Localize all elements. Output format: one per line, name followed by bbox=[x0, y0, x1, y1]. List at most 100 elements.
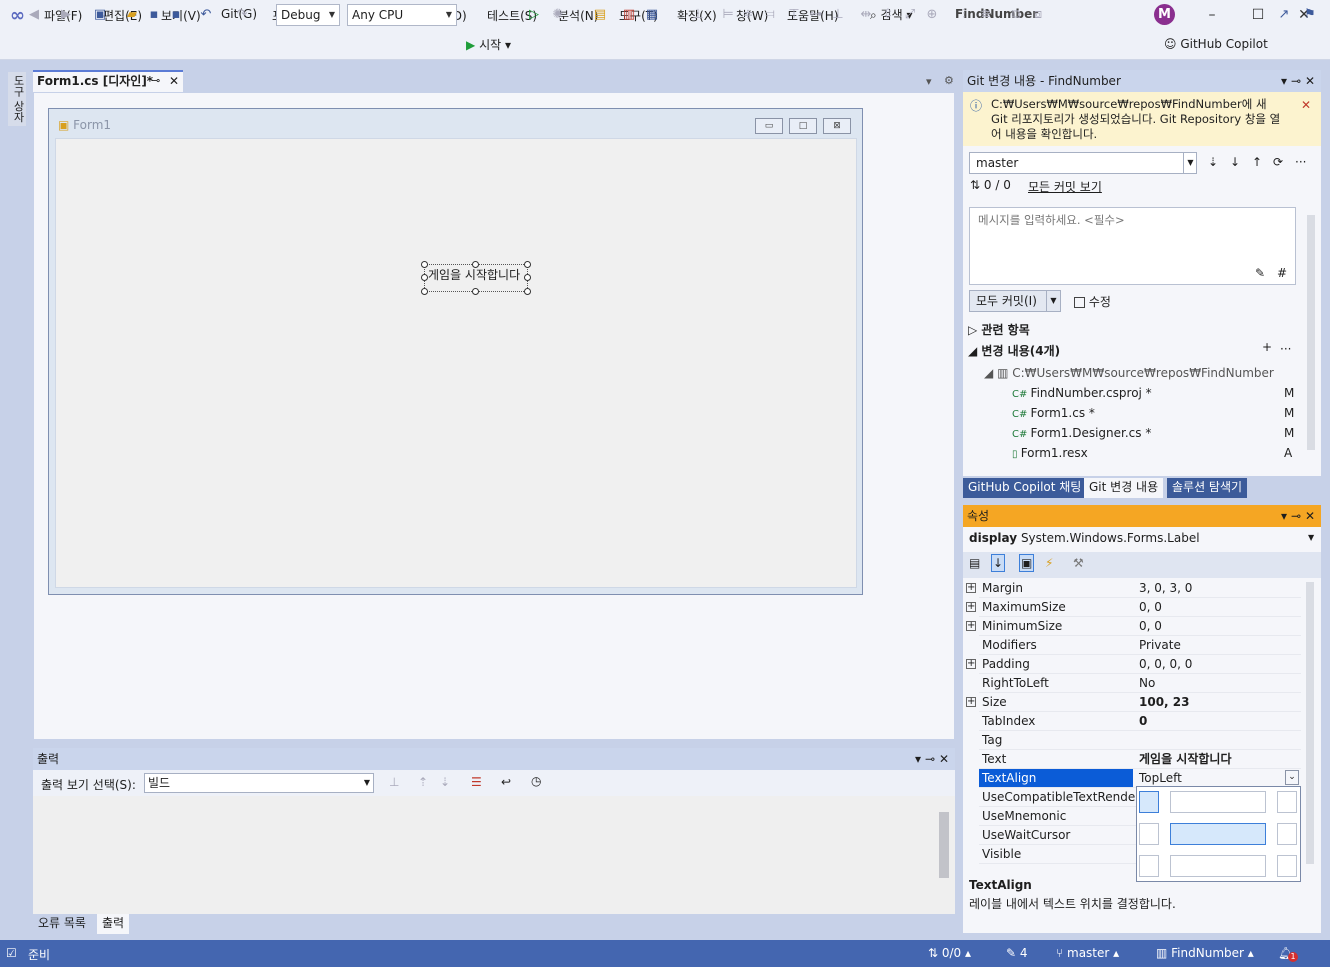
commit-dropdown-icon[interactable]: ▼ bbox=[1046, 291, 1060, 311]
vspacing-icon[interactable]: ≋ bbox=[978, 7, 994, 23]
align-middle-icon[interactable]: ⊶ bbox=[808, 7, 824, 23]
properties-view-icon[interactable]: ▣ bbox=[1019, 554, 1035, 572]
align-top-icon[interactable]: ⊤ bbox=[786, 7, 802, 23]
align-center-icon[interactable]: ≑ bbox=[740, 7, 756, 23]
feedback-icon[interactable]: ⚑ bbox=[1302, 7, 1318, 23]
status-sync[interactable]: ⇅ 0/0 ▴ bbox=[928, 946, 971, 960]
properties-scrollbar[interactable] bbox=[1306, 582, 1314, 864]
info-close-icon[interactable]: ✕ bbox=[1301, 98, 1311, 112]
output-dropdown-icon[interactable]: ▾ bbox=[915, 748, 921, 770]
copilot-generate-icon[interactable]: ✎ bbox=[1255, 266, 1265, 280]
save-all-icon[interactable]: ▪ bbox=[168, 7, 184, 23]
prop-close-icon[interactable]: ✕ bbox=[1305, 505, 1315, 527]
find-message-icon[interactable]: ⊥ bbox=[389, 775, 399, 789]
resize-handle[interactable] bbox=[524, 261, 531, 268]
github-copilot-button[interactable]: ☺ GitHub Copilot bbox=[1164, 37, 1268, 51]
tab-form1-designer[interactable]: Form1.cs [디자인]* ⊸ ✕ bbox=[33, 70, 183, 92]
git-close-icon[interactable]: ✕ bbox=[1305, 70, 1315, 92]
categorized-icon[interactable]: ▤ bbox=[969, 556, 980, 570]
next-message-icon[interactable]: ⇣ bbox=[440, 775, 450, 789]
align-middle-right-button[interactable] bbox=[1277, 823, 1297, 845]
align-middle-left-button[interactable] bbox=[1139, 823, 1159, 845]
close-tab-icon[interactable]: ✕ bbox=[169, 72, 179, 90]
branch-dropdown-icon[interactable]: ▼ bbox=[1183, 153, 1197, 173]
related-items-header[interactable]: ▷ 관련 항목 bbox=[968, 321, 1030, 338]
property-value[interactable]: No bbox=[1139, 674, 1155, 693]
config-combo[interactable]: Debug ▼ bbox=[276, 4, 340, 26]
object-dropdown-icon[interactable]: ▼ bbox=[1308, 533, 1314, 542]
align-left-icon[interactable]: ⊨ bbox=[720, 7, 736, 23]
same-size-icon[interactable]: ⤢ bbox=[902, 7, 918, 23]
expand-icon[interactable]: + bbox=[966, 659, 976, 669]
align-right-icon[interactable]: ⫤ bbox=[762, 7, 778, 23]
start-without-debug-icon[interactable]: ▷ bbox=[526, 7, 542, 23]
same-height-icon[interactable]: ⇳ bbox=[880, 7, 896, 23]
property-row[interactable]: TabIndex 0 bbox=[979, 712, 1301, 731]
prop-dropdown-icon[interactable]: ▾ bbox=[1281, 505, 1287, 527]
more-icon[interactable]: ··· bbox=[1295, 155, 1306, 169]
output-text-area[interactable] bbox=[33, 796, 955, 914]
clear-all-icon[interactable]: ☰ bbox=[471, 775, 482, 789]
tab-output[interactable]: 출력 bbox=[97, 914, 130, 934]
align-top-center-button[interactable] bbox=[1170, 791, 1266, 813]
redo-icon[interactable]: ↷ bbox=[234, 7, 250, 23]
property-row[interactable]: Text 게임을 시작합니다 bbox=[979, 750, 1301, 769]
property-value[interactable]: 0 bbox=[1139, 712, 1147, 731]
property-pages-icon[interactable]: ⚒ bbox=[1073, 556, 1084, 570]
property-value[interactable]: 0, 0, 0, 0 bbox=[1139, 655, 1192, 674]
tab-copilot-chat[interactable]: GitHub Copilot 채팅 bbox=[963, 478, 1087, 498]
property-value[interactable]: 0, 0 bbox=[1139, 617, 1162, 636]
align-icon[interactable]: ⊥ bbox=[690, 7, 706, 23]
property-row[interactable]: RightToLeft No bbox=[979, 674, 1301, 693]
align-bottom-right-button[interactable] bbox=[1277, 855, 1297, 877]
show-from-combo[interactable]: 빌드 ▼ bbox=[144, 773, 374, 793]
changed-file-item[interactable]: C# FindNumber.csproj * bbox=[1012, 386, 1152, 400]
chevron-down-icon[interactable]: ⌄ bbox=[1285, 770, 1299, 785]
expand-icon[interactable]: + bbox=[966, 621, 976, 631]
scroll-thumb[interactable] bbox=[939, 812, 949, 878]
resize-handle[interactable] bbox=[472, 261, 479, 268]
text-align-picker[interactable] bbox=[1136, 786, 1301, 882]
resize-handle[interactable] bbox=[472, 288, 479, 295]
fetch-icon[interactable]: ⇣ bbox=[1208, 155, 1218, 169]
align-bottom-icon[interactable]: ⊥ bbox=[830, 7, 846, 23]
view-all-commits-link[interactable]: 모든 커밋 보기 bbox=[1028, 178, 1102, 195]
alphabetical-icon[interactable]: ↓ bbox=[991, 554, 1006, 572]
expand-icon[interactable]: + bbox=[966, 697, 976, 707]
hot-reload-icon[interactable]: ✺ bbox=[550, 7, 566, 23]
word-wrap-icon[interactable]: ↩ bbox=[501, 775, 511, 789]
status-repo[interactable]: ▥ FindNumber ▴ bbox=[1156, 946, 1254, 960]
spacing-icon[interactable]: ⫶ bbox=[956, 7, 972, 23]
resize-handle[interactable] bbox=[421, 288, 428, 295]
sync-icon[interactable]: ⟳ bbox=[1273, 155, 1283, 169]
platform-combo[interactable]: Any CPU ▼ bbox=[347, 4, 457, 26]
property-value[interactable]: 100, 23 bbox=[1139, 693, 1189, 712]
resize-handle[interactable] bbox=[524, 288, 531, 295]
status-branch[interactable]: ⑂ master ▴ bbox=[1056, 946, 1119, 960]
git-dropdown-icon[interactable]: ▾ bbox=[1281, 70, 1287, 92]
undo-icon[interactable]: ↶ bbox=[198, 7, 214, 23]
branch-combo[interactable]: master bbox=[969, 152, 1197, 174]
property-row[interactable]: MaximumSize 0, 0 bbox=[979, 598, 1301, 617]
property-row[interactable]: Tag bbox=[979, 731, 1301, 750]
format-icon[interactable]: ▦ bbox=[644, 7, 660, 23]
align-bottom-center-button[interactable] bbox=[1170, 855, 1266, 877]
toolbox-icon[interactable]: ▥ bbox=[621, 7, 637, 23]
save-icon[interactable]: ▪ bbox=[146, 7, 162, 23]
align-top-right-button[interactable] bbox=[1277, 791, 1297, 813]
property-row[interactable]: MinimumSize 0, 0 bbox=[979, 617, 1301, 636]
changed-file-item[interactable]: ▯ Form1.resx bbox=[1012, 446, 1088, 460]
tab-error-list[interactable]: 오류 목록 bbox=[33, 914, 91, 934]
open-icon[interactable]: ▰ bbox=[124, 7, 140, 23]
changed-file-item[interactable]: C# Form1.cs * bbox=[1012, 406, 1095, 420]
expand-icon[interactable]: + bbox=[966, 583, 976, 593]
amend-checkbox[interactable]: 수정 bbox=[1074, 293, 1111, 310]
commit-message-input[interactable]: 메시지를 입력하세요. <필수> ✎ # bbox=[969, 207, 1296, 285]
tab-dropdown-icon[interactable]: ▾ bbox=[926, 75, 932, 88]
property-row[interactable]: Padding 0, 0, 0, 0 bbox=[979, 655, 1301, 674]
status-edits[interactable]: ✎ 4 bbox=[1006, 946, 1028, 960]
property-row[interactable]: Size 100, 23 bbox=[979, 693, 1301, 712]
property-value[interactable]: Private bbox=[1139, 636, 1181, 655]
resize-handle[interactable] bbox=[421, 274, 428, 281]
size-to-grid-icon[interactable]: ⊕ bbox=[924, 7, 940, 23]
